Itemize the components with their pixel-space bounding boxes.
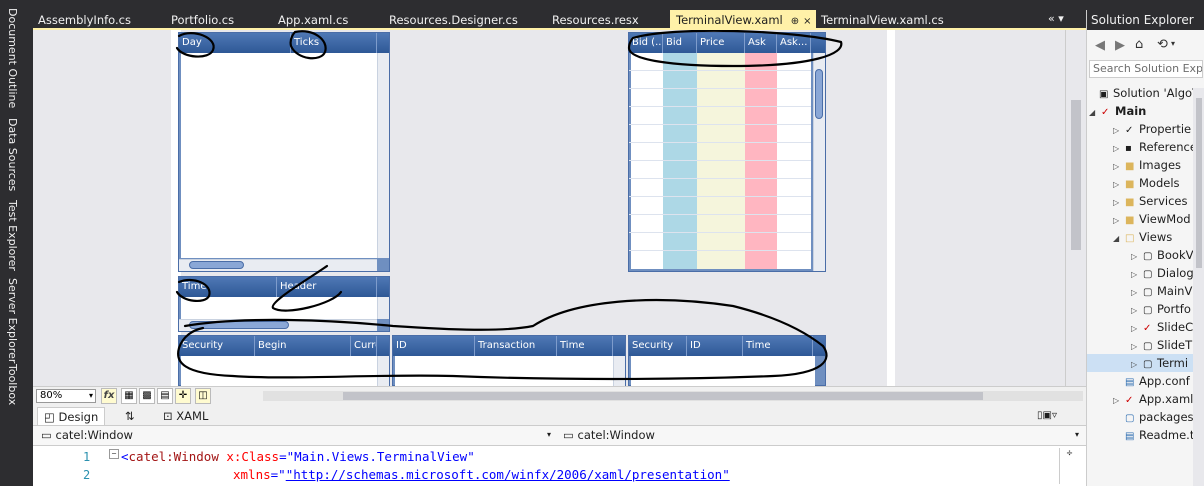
- snap-lines-icon[interactable]: ▤: [157, 388, 173, 404]
- tree-node-packages[interactable]: ▢ packages: [1125, 408, 1194, 426]
- element-icon: ▭: [41, 428, 56, 442]
- annotation-circle-bottom-grids: [177, 298, 828, 381]
- xaml-icon: ⊡: [163, 409, 177, 423]
- tree-node-portfolio[interactable]: ▷ ▢ Portfo: [1131, 300, 1191, 318]
- tree-node-references[interactable]: ▷ ▪ Reference: [1113, 138, 1197, 156]
- xaml-designer-surface: Day Ticks Time Header Bid (... Bid Price…: [33, 30, 1086, 387]
- editor-splitter-icon[interactable]: ÷: [1059, 448, 1079, 484]
- collapse-icon[interactable]: −: [109, 449, 119, 459]
- tree-node-viewmodels[interactable]: ▷ ■ ViewMod: [1113, 210, 1191, 228]
- tree-node-images[interactable]: ▷ ■ Images: [1113, 156, 1181, 174]
- expanded-icon[interactable]: ◢: [1089, 104, 1101, 122]
- tab-resources-resx[interactable]: Resources.resx: [552, 10, 639, 30]
- solution-explorer-panel: Solution Explorer ◀ ▶ ⌂ ⟲ ▾ Search Solut…: [1086, 10, 1204, 486]
- tab-xaml[interactable]: ⊡ XAML: [157, 407, 214, 425]
- tree-node-models[interactable]: ▷ ■ Models: [1113, 174, 1180, 192]
- tab-terminalview-xaml[interactable]: TerminalView.xaml ⊕ ×: [670, 10, 816, 30]
- design-icon: ◰: [44, 410, 59, 424]
- tab-overflow-icon[interactable]: « ▾: [1048, 12, 1064, 25]
- split-pane-icons[interactable]: ▯▣▿: [1031, 407, 1063, 425]
- tab-design[interactable]: ◰ Design: [37, 407, 106, 425]
- designer-zoom-bar: 80% ▾ fx ▦ ▩ ▤ ✛ ◫: [33, 386, 1086, 404]
- history-icon[interactable]: ⟲: [1157, 37, 1168, 52]
- collapsed-icon[interactable]: ▷: [1113, 392, 1125, 410]
- tree-node-slidet[interactable]: ▷ ▢ SlideT: [1131, 336, 1192, 354]
- crosshair-icon[interactable]: ✛: [175, 388, 191, 404]
- designer-horizontal-scrollbar[interactable]: [263, 391, 1083, 401]
- line-number: 1: [83, 450, 91, 464]
- pin-icon[interactable]: ⊕: [791, 16, 799, 27]
- chevron-down-icon[interactable]: ▾: [1171, 39, 1175, 48]
- left-tool-rail: Document Outline Data Sources Test Explo…: [0, 0, 33, 486]
- rail-document-outline[interactable]: Document Outline: [6, 8, 19, 108]
- tree-node-terminalview[interactable]: ▷ ▢ Termi: [1087, 354, 1193, 372]
- annotation-overlay: [175, 30, 843, 381]
- tab-terminalview-xaml-cs[interactable]: TerminalView.xaml.cs: [821, 10, 944, 30]
- tree-node-services[interactable]: ▷ ■ Services: [1113, 192, 1188, 210]
- tab-portfolio[interactable]: Portfolio.cs: [171, 10, 234, 30]
- tree-node-app-config[interactable]: ▤ App.conf: [1125, 372, 1190, 390]
- tree-node-slidec[interactable]: ▷ ✓ SlideC: [1131, 318, 1193, 336]
- element-left-combo[interactable]: ▭ catel:Window ▾: [37, 428, 553, 444]
- formula-button[interactable]: fx: [101, 388, 117, 404]
- code-line-1: <catel:Window x:Class="Main.Views.Termin…: [121, 449, 475, 464]
- tree-node-properties[interactable]: ▷ ✓ Propertie: [1113, 120, 1191, 138]
- design-xaml-tabs: ◰ Design ⇅ ⊡ XAML ▯▣▿: [33, 404, 1086, 426]
- rail-server-explorer[interactable]: Server Explorer: [6, 278, 19, 363]
- tree-node-dialog[interactable]: ▷ ▢ Dialog: [1131, 264, 1194, 282]
- annotation-circle-header: [271, 264, 343, 312]
- tab-resources-designer[interactable]: Resources.Designer.cs: [389, 10, 518, 30]
- text-file-icon: ▤: [1125, 431, 1135, 442]
- solution-explorer-title: Solution Explorer: [1087, 10, 1204, 30]
- home-icon[interactable]: ⌂: [1135, 37, 1143, 52]
- zoom-combo[interactable]: 80% ▾: [36, 389, 96, 403]
- element-icon: ▭: [563, 428, 578, 442]
- annotation-circle-time: [175, 278, 211, 302]
- close-icon[interactable]: ×: [803, 16, 811, 27]
- snap-grid-icon[interactable]: ▩: [139, 388, 155, 404]
- forward-icon[interactable]: ▶: [1115, 38, 1125, 53]
- element-combo-bar: ▭ catel:Window ▾ ▭ catel:Window ▾: [33, 426, 1086, 446]
- code-line-2: xmlns=""http://schemas.microsoft.com/win…: [233, 467, 730, 482]
- back-icon[interactable]: ◀: [1095, 38, 1105, 53]
- document-tab-strip: AssemblyInfo.cs Portfolio.cs App.xaml.cs…: [33, 10, 1086, 30]
- tree-node-app-xaml[interactable]: ▷ ✓ App.xaml: [1113, 390, 1193, 408]
- xaml-code-editor[interactable]: 1 2 − <catel:Window x:Class="Main.Views.…: [33, 446, 1086, 486]
- zoom-value: 80%: [40, 390, 63, 401]
- tab-label: TerminalView.xaml: [676, 13, 783, 27]
- tab-app-xaml-cs[interactable]: App.xaml.cs: [278, 10, 348, 30]
- effects-icon[interactable]: ◫: [195, 388, 211, 404]
- expanded-icon[interactable]: ◢: [1113, 230, 1125, 248]
- annotation-circle-ticks: [289, 30, 327, 60]
- grid-lines-icon[interactable]: ▦: [121, 388, 137, 404]
- tree-node-mainview[interactable]: ▷ ▢ MainV: [1131, 282, 1192, 300]
- swap-panes-icon[interactable]: ⇅: [119, 407, 141, 425]
- tree-node-bookview[interactable]: ▷ ▢ BookV: [1131, 246, 1194, 264]
- solution-explorer-scrollbar[interactable]: [1193, 88, 1204, 486]
- tree-node-views[interactable]: ◢ □ Views: [1113, 228, 1172, 246]
- tree-node-solution[interactable]: ▣ Solution 'AlgoTr: [1099, 84, 1202, 102]
- solution-explorer-toolbar: ◀ ▶ ⌂ ⟲ ▾: [1087, 30, 1204, 60]
- tree-node-readme[interactable]: ▤ Readme.t: [1125, 426, 1194, 444]
- annotation-circle-day: [175, 32, 215, 58]
- tree-node-main[interactable]: ◢ ✓ Main: [1089, 102, 1146, 120]
- solution-search-input[interactable]: Search Solution Explo: [1089, 60, 1203, 78]
- line-number: 2: [83, 468, 91, 482]
- annotation-circle-quotes-header: [627, 30, 843, 68]
- rail-test-explorer[interactable]: Test Explorer: [6, 200, 19, 271]
- rail-data-sources[interactable]: Data Sources: [6, 118, 19, 191]
- element-right-combo[interactable]: ▭ catel:Window ▾: [559, 428, 1081, 444]
- tab-assemblyinfo[interactable]: AssemblyInfo.cs: [38, 10, 131, 30]
- rail-toolbox[interactable]: Toolbox: [6, 364, 19, 405]
